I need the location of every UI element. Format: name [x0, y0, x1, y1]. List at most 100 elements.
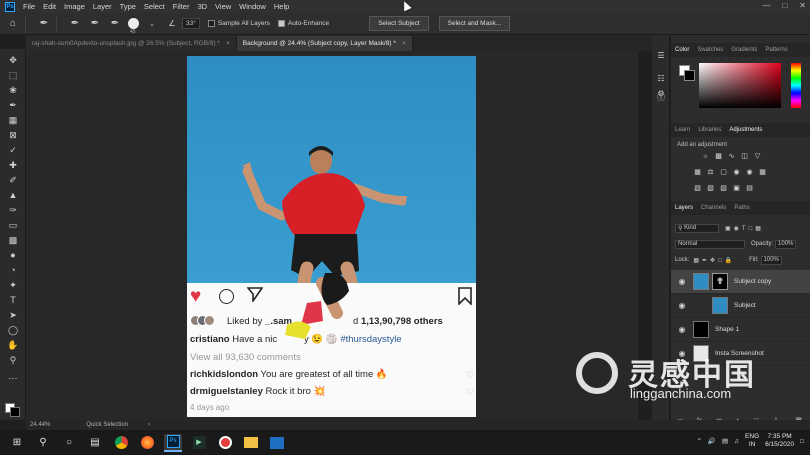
layer-row-shape-1[interactable]: ◉ Shape 1	[671, 318, 810, 342]
color-field[interactable]	[699, 63, 781, 108]
menu-select[interactable]: Select	[140, 2, 169, 11]
layer-name[interactable]: Shape 1	[715, 326, 739, 333]
quick-selection-tool-icon[interactable]: ✒	[6, 98, 20, 112]
tab-learn[interactable]: Learn	[671, 127, 694, 133]
comment-like-heart-icon[interactable]: ♡	[466, 370, 474, 381]
menu-help[interactable]: Help	[270, 2, 293, 11]
type-tool-icon[interactable]: T	[6, 293, 20, 307]
tab-channels[interactable]: Channels	[697, 205, 730, 211]
tab-libraries[interactable]: Libraries	[694, 127, 725, 133]
layer-row-subject-copy[interactable]: ◉ ✟ Subject copy	[671, 270, 810, 294]
background-color-chip[interactable]	[684, 70, 695, 81]
comment-2-user[interactable]: drmiguelstanley	[190, 386, 263, 397]
chrome-icon[interactable]	[112, 434, 130, 452]
brightness-icon[interactable]: ☼	[701, 152, 710, 160]
sample-all-layers-checkbox[interactable]	[207, 20, 215, 27]
posterize-icon[interactable]: ▧	[706, 184, 715, 192]
windows-start-icon[interactable]: ⊞	[8, 434, 26, 452]
view-all-comments-link[interactable]: View all 93,630 comments	[190, 352, 301, 363]
layer-mask-thumbnail[interactable]: ✟	[712, 273, 728, 290]
blend-mode-dropdown[interactable]: Normal	[675, 239, 745, 249]
color-lookup-icon[interactable]: ▦	[758, 168, 767, 176]
close-tab-icon[interactable]: ×	[402, 40, 406, 47]
frame-tool-icon[interactable]: ⊠	[6, 128, 20, 142]
black-white-icon[interactable]: ▢	[719, 168, 728, 176]
selective-color-icon[interactable]: ▣	[732, 184, 741, 192]
clock[interactable]: 7:35 PM 6/15/2020	[765, 433, 794, 449]
pen-tool-icon[interactable]: ✦	[6, 278, 20, 292]
quick-selection-tool-icon[interactable]: ✒	[37, 17, 51, 31]
tab-color[interactable]: Color	[671, 47, 693, 53]
angle-field[interactable]: 33°	[182, 18, 200, 29]
clone-stamp-tool-icon[interactable]: ▲	[6, 188, 20, 202]
healing-brush-tool-icon[interactable]: ✚	[6, 158, 20, 172]
background-color-swatch[interactable]	[10, 407, 20, 417]
menu-view[interactable]: View	[211, 2, 235, 11]
hand-tool-icon[interactable]: ✋	[6, 338, 20, 352]
gradient-map-icon[interactable]: ▤	[745, 184, 754, 192]
tab-paths[interactable]: Paths	[730, 205, 753, 211]
threshold-icon[interactable]: ▧	[719, 184, 728, 192]
marquee-tool-icon[interactable]: ⬚	[6, 68, 20, 82]
search-icon[interactable]: ⚲	[34, 434, 52, 452]
menu-window[interactable]: Window	[235, 2, 270, 11]
close-icon[interactable]: ✕	[799, 1, 806, 10]
close-tab-icon[interactable]: ×	[226, 40, 230, 47]
tab-gradients[interactable]: Gradients	[727, 47, 761, 53]
channel-mixer-icon[interactable]: ◉	[745, 168, 754, 176]
premiere-icon[interactable]: ▶	[190, 434, 208, 452]
properties-icon[interactable]: ☷	[655, 72, 667, 84]
add-to-selection-icon[interactable]: ✒	[88, 17, 102, 31]
more-tools-icon[interactable]: ⋯	[6, 371, 20, 385]
vibrance-icon[interactable]: ▽	[753, 152, 762, 160]
gradient-tool-icon[interactable]: ▩	[6, 233, 20, 247]
eye-icon[interactable]: ◉	[675, 325, 689, 334]
speaker-icon[interactable]: 🔊	[708, 437, 716, 445]
task-view-icon[interactable]: ○	[60, 434, 78, 452]
eye-icon[interactable]: ◉	[675, 277, 689, 286]
eye-icon[interactable]: ◉	[675, 301, 689, 310]
history-brush-tool-icon[interactable]: ✑	[6, 203, 20, 217]
subtract-from-selection-icon[interactable]: ✒	[108, 17, 122, 31]
file-explorer-icon[interactable]	[242, 434, 260, 452]
layer-kind-filter[interactable]: ⚲ Kind	[675, 223, 719, 233]
lasso-tool-icon[interactable]: ❀	[6, 83, 20, 97]
crop-tool-icon[interactable]: ▦	[6, 113, 20, 127]
filter-icons[interactable]: ▣◉T□▦	[725, 225, 764, 232]
tab-layers[interactable]: Layers	[671, 205, 697, 211]
layer-name[interactable]: Subject	[734, 302, 756, 309]
document-tab-active[interactable]: Background @ 24.4% (Subject copy, Layer …	[236, 36, 413, 51]
zoom-tool-icon[interactable]: ⚲	[6, 353, 20, 367]
dodge-tool-icon[interactable]: ◔	[6, 263, 20, 277]
minimize-icon[interactable]: —	[762, 1, 770, 10]
notifications-icon[interactable]: □	[800, 438, 804, 445]
menu-image[interactable]: Image	[60, 2, 89, 11]
auto-enhance-checkbox[interactable]	[277, 20, 285, 27]
layer-row-subject[interactable]: ◉ Subject	[671, 294, 810, 318]
eyedropper-tool-icon[interactable]: ✓	[6, 143, 20, 157]
zoom-level[interactable]: 24.44%	[30, 422, 50, 428]
document-tab[interactable]: raj-shah-sum0Apdexto-unsplash.jpg @ 26.5…	[26, 36, 237, 51]
select-subject-button[interactable]: Select Subject	[369, 16, 429, 31]
lock-icons[interactable]: ▦✒✥□🔒	[693, 257, 735, 264]
menu-file[interactable]: File	[19, 2, 39, 11]
history-icon[interactable]: ☰	[655, 49, 667, 61]
hue-saturation-icon[interactable]: ▦	[693, 168, 702, 176]
invert-icon[interactable]: ▧	[693, 184, 702, 192]
photos-app-icon[interactable]	[268, 434, 286, 452]
brush-size-picker[interactable]: 45	[128, 18, 139, 35]
info-icon[interactable]: ⓘ	[655, 91, 667, 103]
firefox-icon[interactable]	[138, 434, 156, 452]
volume-icon[interactable]: ♫	[734, 438, 739, 445]
brush-tool-icon[interactable]: ✐	[6, 173, 20, 187]
brush-settings-icon[interactable]: ⌄	[145, 17, 159, 31]
blur-tool-icon[interactable]: ●	[6, 248, 20, 262]
language-indicator[interactable]: ENG IN	[745, 433, 759, 449]
task-switch-icon[interactable]: ▤	[86, 434, 104, 452]
opacity-field[interactable]: 100%	[775, 239, 797, 249]
hue-slider[interactable]	[791, 63, 801, 108]
comment-like-heart-icon[interactable]: ♡	[466, 387, 474, 398]
menu-3d[interactable]: 3D	[193, 2, 211, 11]
status-arrow-icon[interactable]: ›	[148, 422, 150, 428]
tab-swatches[interactable]: Swatches	[693, 47, 727, 53]
